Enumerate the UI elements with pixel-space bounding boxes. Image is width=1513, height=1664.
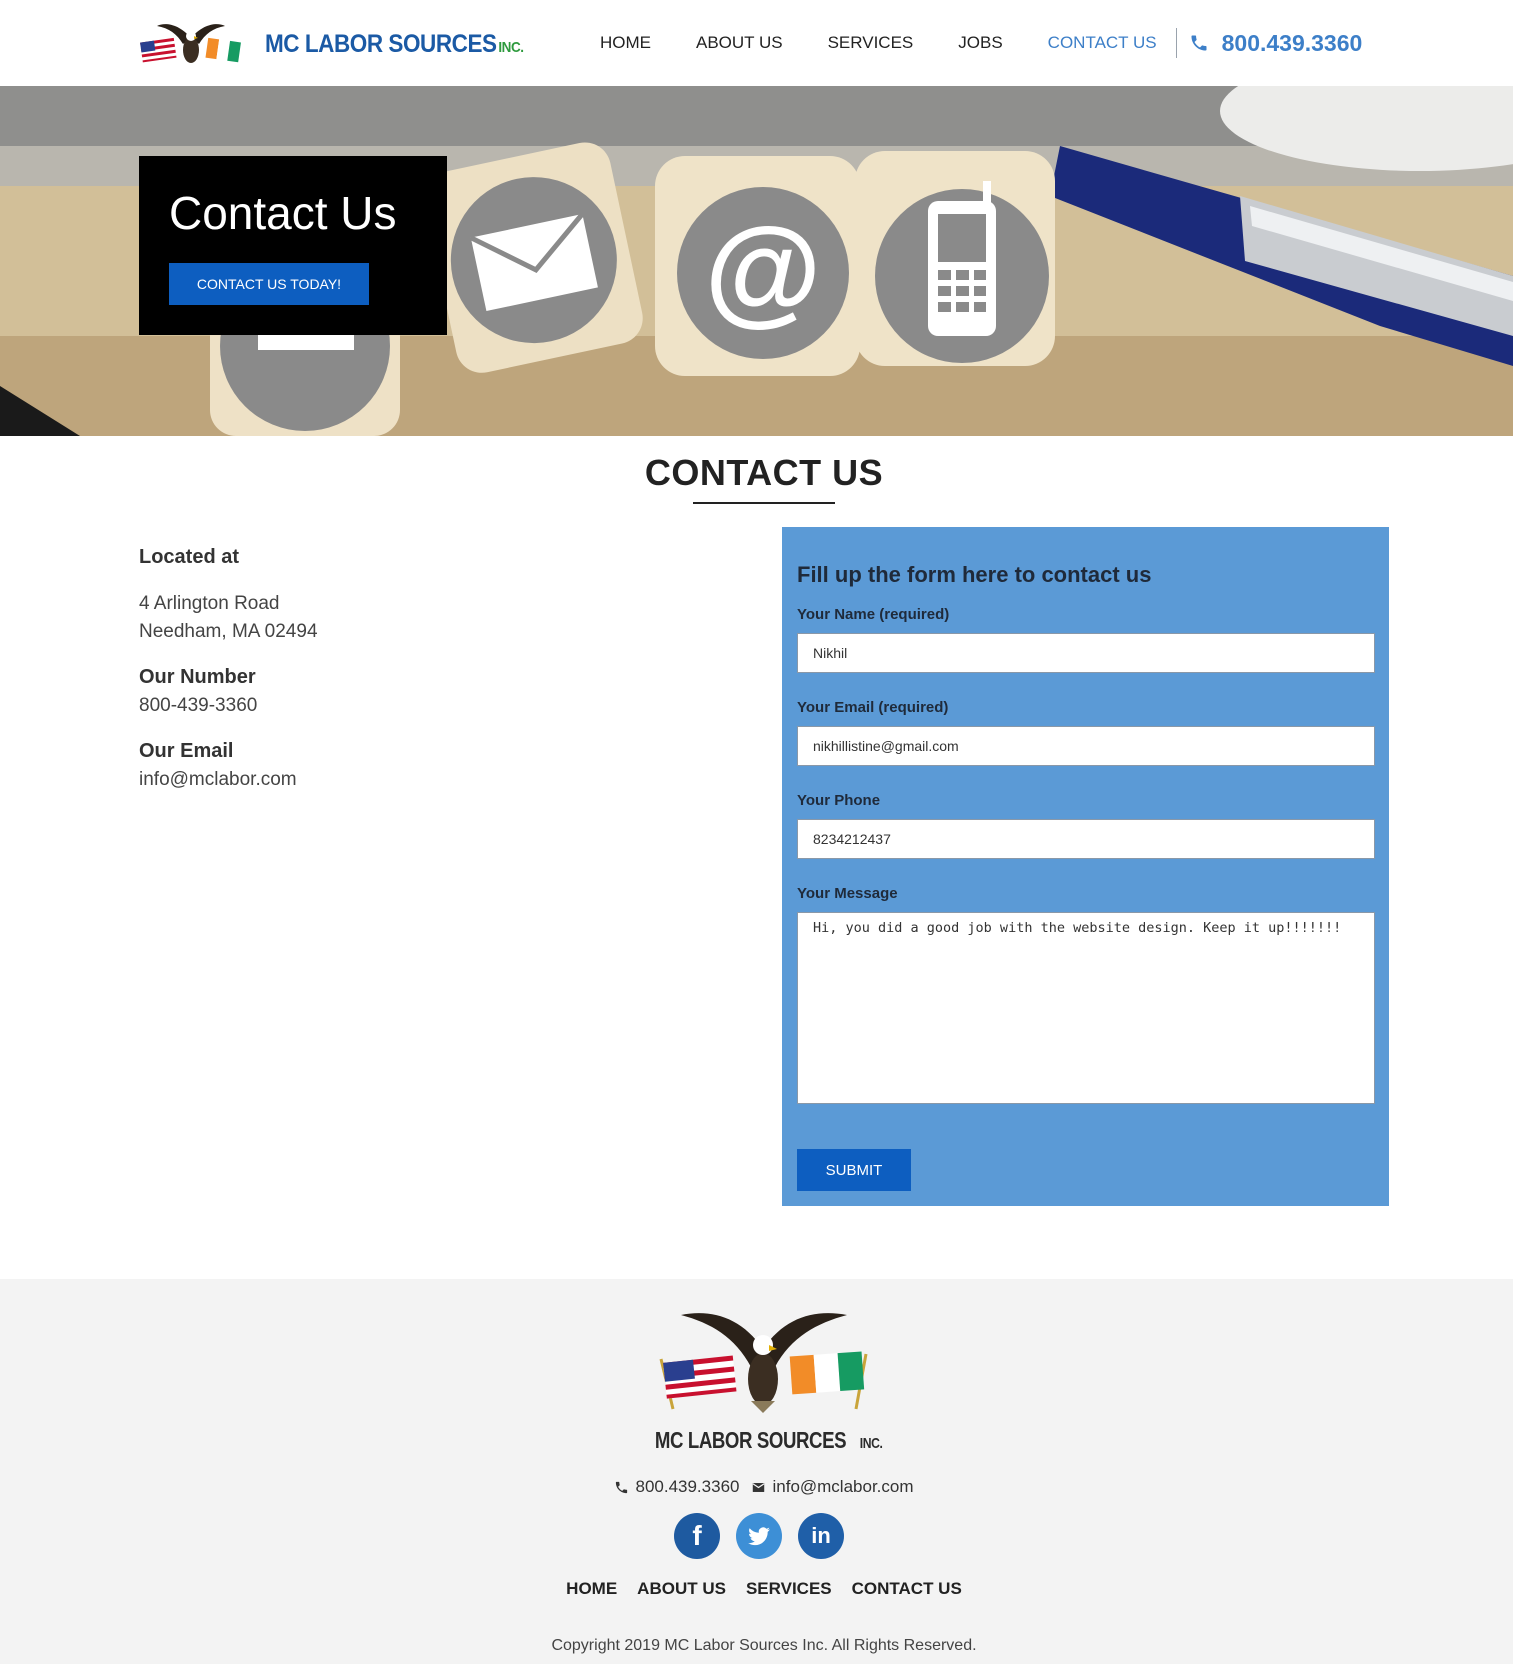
nav-contact-us[interactable]: CONTACT US	[1048, 33, 1157, 53]
message-label: Your Message	[797, 885, 898, 902]
contact-form: Fill up the form here to contact us Your…	[782, 527, 1389, 1206]
hero-caption-box: Contact Us CONTACT US TODAY!	[139, 156, 447, 335]
phone-input[interactable]: 8234212437	[797, 819, 1375, 859]
svg-text:@: @	[704, 203, 821, 337]
footer-brand: MC LABOR SOURCES INC.	[0, 1427, 1513, 1454]
phone-icon	[616, 1481, 628, 1493]
footer-contact: 800.439.3360 info@mclabor.com	[0, 1477, 1513, 1497]
site-logo[interactable]: MC LABOR SOURCES INC.	[139, 14, 524, 74]
email-address: info@mclabor.com	[139, 769, 297, 790]
eagle-flags-logo-icon	[659, 1313, 868, 1413]
header-phone-number: 800.439.3360	[1221, 29, 1363, 56]
copyright-text: Copyright 2019 MC Labor Sources Inc. All…	[551, 1637, 977, 1654]
form-heading: Fill up the form here to contact us	[797, 562, 1152, 587]
facebook-icon[interactable]: f	[674, 1513, 720, 1559]
footer-nav-services[interactable]: SERVICES	[746, 1579, 832, 1599]
submit-button[interactable]: SUBMIT	[797, 1149, 911, 1191]
logo-wordmark: MC LABOR SOURCES INC.	[265, 30, 524, 59]
title-underline	[693, 502, 835, 504]
nav-home[interactable]: HOME	[600, 33, 651, 53]
footer-brand-name: MC LABOR SOURCES	[654, 1427, 847, 1453]
brand-suffix: INC.	[498, 38, 524, 56]
message-textarea[interactable]: Hi, you did a good job with the website …	[797, 912, 1375, 1104]
location-label: Located at	[139, 546, 240, 568]
nav-divider	[1175, 28, 1177, 58]
nav-jobs[interactable]: JOBS	[958, 33, 1002, 53]
footer-nav-contact-us[interactable]: CONTACT US	[852, 1579, 962, 1599]
phone-label: Your Phone	[797, 792, 881, 809]
email-label: Your Email (required)	[797, 699, 949, 716]
twitter-icon[interactable]	[736, 1513, 782, 1559]
eagle-flags-logo-icon	[140, 24, 241, 63]
name-label: Your Name (required)	[797, 606, 950, 623]
footer-nav: HOME ABOUT US SERVICES CONTACT US	[0, 1579, 1513, 1599]
phone-icon	[1191, 35, 1207, 51]
linkedin-icon[interactable]: in	[798, 1513, 844, 1559]
footer-logo[interactable]	[651, 1309, 876, 1419]
email-input[interactable]: nikhillistine@gmail.com	[797, 726, 1375, 766]
footer-email[interactable]: info@mclabor.com	[772, 1477, 913, 1497]
site-footer: MC LABOR SOURCES INC. 800.439.3360 info@m…	[0, 1279, 1513, 1664]
footer-phone[interactable]: 800.439.3360	[635, 1477, 739, 1497]
brand-name: MC LABOR SOURCES	[265, 29, 497, 58]
main-nav: HOME ABOUT US SERVICES JOBS CONTACT US 8…	[600, 0, 1390, 86]
address-line-1: 4 Arlington Road	[139, 593, 280, 614]
phone-number: 800-439-3360	[139, 695, 258, 716]
page-title: CONTACT US	[644, 452, 884, 493]
address-line-2: Needham, MA 02494	[139, 621, 318, 642]
name-input[interactable]: Nikhil	[797, 633, 1375, 673]
nav-about-us[interactable]: ABOUT US	[696, 33, 783, 53]
email-label: Our Email	[139, 740, 234, 762]
hero-banner: @ Contact Us CONTACT US TODAY!	[0, 86, 1513, 436]
footer-nav-about-us[interactable]: ABOUT US	[637, 1579, 726, 1599]
mail-icon	[753, 1482, 765, 1492]
footer-brand-suffix: INC.	[859, 1435, 883, 1452]
number-label: Our Number	[139, 666, 256, 688]
contact-us-today-button[interactable]: CONTACT US TODAY!	[169, 263, 369, 305]
nav-services[interactable]: SERVICES	[828, 33, 914, 53]
hero-title: Contact Us	[169, 187, 397, 239]
footer-nav-home[interactable]: HOME	[566, 1579, 617, 1599]
site-header: MC LABOR SOURCES INC. HOME ABOUT US SERVI…	[0, 0, 1513, 86]
header-phone-link[interactable]: 800.439.3360	[1189, 29, 1363, 57]
social-links: f in	[674, 1513, 844, 1561]
